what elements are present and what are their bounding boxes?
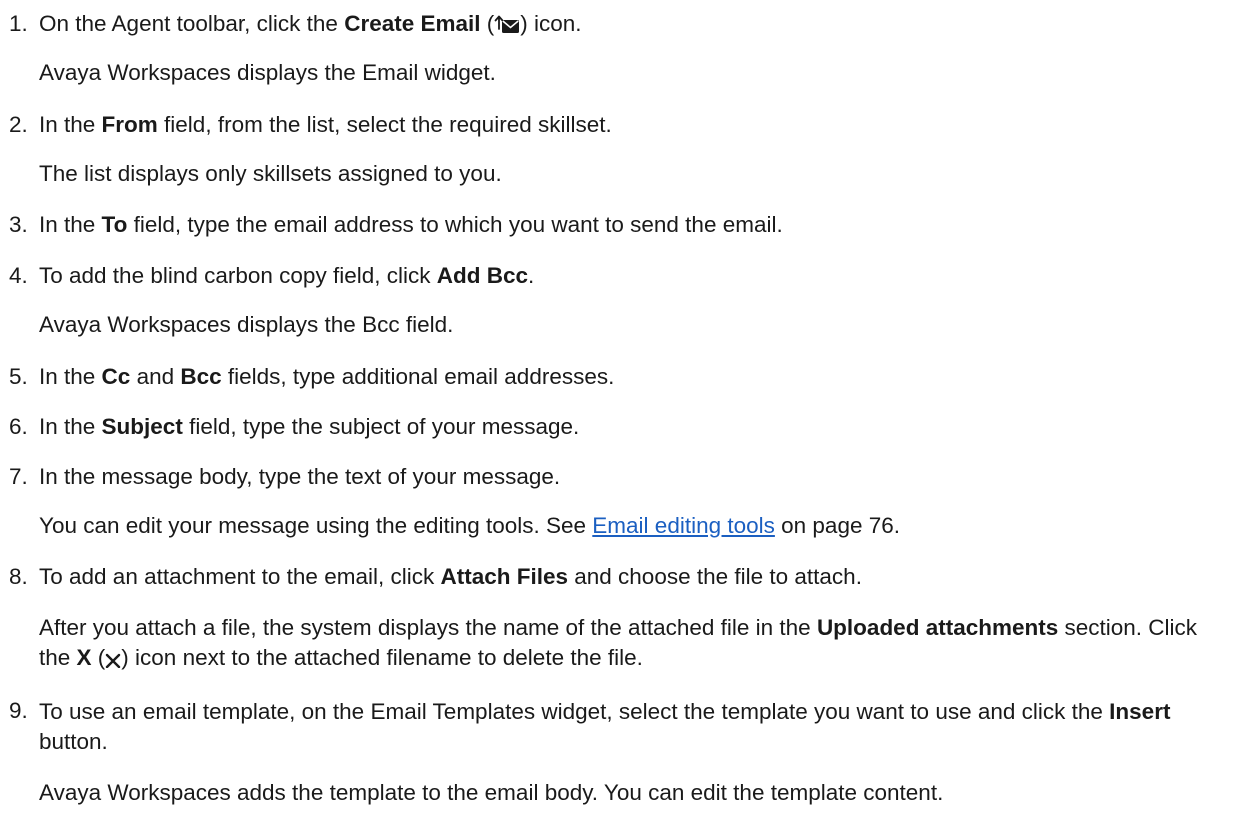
step-result: You can edit your message using the edit…: [39, 513, 901, 538]
ui-label-to: To: [101, 212, 128, 237]
step-result: Avaya Workspaces displays the Bcc field.: [39, 312, 454, 337]
step-number: 9.: [9, 698, 28, 723]
ui-label-uploaded-attachments: Uploaded attachments: [816, 615, 1059, 640]
step-number: 1.: [9, 11, 28, 36]
step-instruction: To add the blind carbon copy field, clic…: [39, 263, 535, 288]
step-instruction: To use an email template, on the Email T…: [39, 699, 1171, 754]
ui-label-bcc: Bcc: [180, 364, 222, 389]
step-number: 8.: [9, 564, 28, 589]
ui-label-x: X: [76, 645, 92, 670]
step-instruction: In the Subject field, type the subject o…: [39, 414, 580, 439]
step-result: Avaya Workspaces displays the Email widg…: [39, 60, 496, 85]
ui-label-from: From: [101, 112, 158, 137]
create-email-icon: [494, 14, 520, 34]
step-number: 2.: [9, 112, 28, 137]
step-number: 7.: [9, 464, 28, 489]
step-number: 5.: [9, 364, 28, 389]
step-instruction: In the From field, from the list, select…: [39, 112, 612, 137]
step-number: 4.: [9, 263, 28, 288]
ui-label-create-email: Create Email: [344, 11, 481, 36]
step-number: 6.: [9, 414, 28, 439]
step-number: 3.: [9, 212, 28, 237]
step-instruction: To add an attachment to the email, click…: [39, 564, 862, 589]
step-instruction: In the Cc and Bcc fields, type additiona…: [39, 364, 615, 389]
step-result: The list displays only skillsets assigne…: [39, 161, 502, 186]
close-x-icon: [105, 652, 121, 668]
procedure-document: 1. On the Agent toolbar, click the Creat…: [0, 0, 1239, 836]
ui-label-attach-files: Attach Files: [440, 564, 568, 589]
step-instruction: In the To field, type the email address …: [39, 212, 783, 237]
step-result: Avaya Workspaces adds the template to th…: [39, 780, 944, 805]
step-instruction: On the Agent toolbar, click the Create E…: [39, 11, 582, 36]
email-editing-tools-link[interactable]: Email editing tools: [592, 513, 775, 538]
ui-label-subject: Subject: [101, 414, 183, 439]
step-result: After you attach a file, the system disp…: [39, 615, 1198, 670]
step-instruction: In the message body, type the text of yo…: [39, 464, 561, 489]
ui-label-cc: Cc: [101, 364, 131, 389]
ui-label-add-bcc: Add Bcc: [436, 263, 528, 288]
ui-label-insert: Insert: [1109, 699, 1171, 724]
